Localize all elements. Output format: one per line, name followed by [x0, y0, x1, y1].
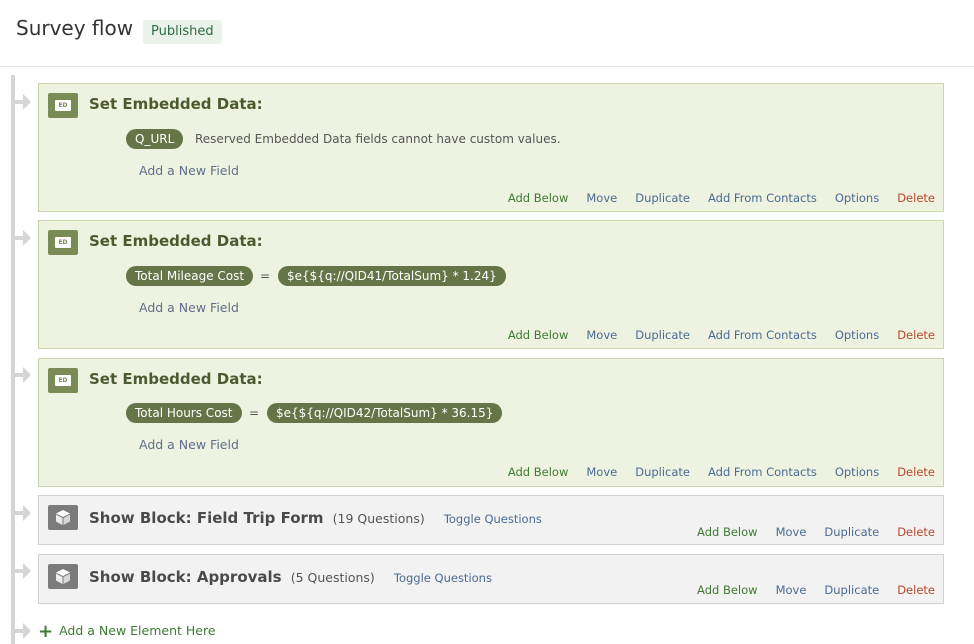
- flow-connector-line: [11, 75, 15, 644]
- options-button[interactable]: Options: [835, 328, 879, 342]
- block-title: Set Embedded Data:: [89, 232, 263, 250]
- block-actions: Add Below Move Duplicate Delete: [697, 583, 935, 597]
- flow-arrow-icon: [15, 94, 31, 110]
- show-block-title: Show Block: Field Trip Form (19 Question…: [89, 508, 542, 527]
- add-new-field-link[interactable]: Add a New Field: [139, 437, 239, 452]
- toggle-questions-link[interactable]: Toggle Questions: [444, 512, 542, 526]
- move-button[interactable]: Move: [776, 583, 807, 597]
- embedded-data-block[interactable]: ED Set Embedded Data: Total Mileage Cost…: [38, 220, 944, 349]
- embedded-data-icon: ED: [48, 93, 78, 118]
- page-title: Survey flow: [16, 16, 134, 40]
- duplicate-button[interactable]: Duplicate: [635, 328, 690, 342]
- delete-button[interactable]: Delete: [897, 525, 935, 539]
- embedded-data-block[interactable]: ED Set Embedded Data: Total Hours Cost =…: [38, 358, 944, 487]
- move-button[interactable]: Move: [586, 191, 617, 205]
- embedded-field-pill[interactable]: Q_URL: [126, 129, 184, 149]
- block-title: Set Embedded Data:: [89, 95, 263, 113]
- block-actions: Add Below Move Duplicate Add From Contac…: [508, 191, 935, 205]
- show-block-title: Show Block: Approvals (5 Questions) Togg…: [89, 567, 492, 586]
- flow-arrow-icon: [15, 367, 31, 383]
- show-block[interactable]: Show Block: Field Trip Form (19 Question…: [38, 495, 944, 545]
- toggle-questions-link[interactable]: Toggle Questions: [394, 571, 492, 585]
- flow-arrow-icon: [15, 505, 31, 521]
- flow-arrow-icon: [15, 623, 31, 639]
- duplicate-button[interactable]: Duplicate: [635, 465, 690, 479]
- delete-button[interactable]: Delete: [897, 328, 935, 342]
- add-new-element-label: Add a New Element Here: [59, 623, 216, 638]
- question-count: (19 Questions): [332, 511, 425, 526]
- embedded-value-pill[interactable]: $e{${q://QID41/TotalSum} * 1.24}: [278, 266, 506, 286]
- move-button[interactable]: Move: [586, 328, 617, 342]
- add-below-button[interactable]: Add Below: [697, 583, 758, 597]
- add-from-contacts-button[interactable]: Add From Contacts: [708, 328, 817, 342]
- flow-arrow-icon: [15, 563, 31, 579]
- embedded-field-pill[interactable]: Total Hours Cost: [126, 403, 242, 423]
- embedded-data-icon: ED: [48, 368, 78, 393]
- delete-button[interactable]: Delete: [897, 465, 935, 479]
- show-block-name: Show Block: Approvals: [89, 568, 282, 586]
- move-button[interactable]: Move: [776, 525, 807, 539]
- add-below-button[interactable]: Add Below: [508, 191, 569, 205]
- status-badge: Published: [143, 20, 222, 44]
- embedded-data-icon: ED: [48, 230, 78, 255]
- add-new-element-link[interactable]: + Add a New Element Here: [38, 621, 216, 642]
- question-count: (5 Questions): [290, 570, 375, 585]
- add-new-field-link[interactable]: Add a New Field: [139, 300, 239, 315]
- embedded-value-pill[interactable]: $e{${q://QID42/TotalSum} * 36.15}: [267, 403, 503, 423]
- add-below-button[interactable]: Add Below: [508, 465, 569, 479]
- block-actions: Add Below Move Duplicate Delete: [697, 525, 935, 539]
- add-new-field-link[interactable]: Add a New Field: [139, 163, 239, 178]
- duplicate-button[interactable]: Duplicate: [824, 583, 879, 597]
- add-below-button[interactable]: Add Below: [508, 328, 569, 342]
- block-actions: Add Below Move Duplicate Add From Contac…: [508, 328, 935, 342]
- flow-arrow-icon: [15, 230, 31, 246]
- show-block[interactable]: Show Block: Approvals (5 Questions) Togg…: [38, 554, 944, 604]
- block-cube-icon: [48, 564, 78, 589]
- plus-icon: +: [38, 621, 54, 642]
- add-below-button[interactable]: Add Below: [697, 525, 758, 539]
- block-cube-icon: [48, 505, 78, 530]
- equals-sign: =: [260, 269, 271, 283]
- add-from-contacts-button[interactable]: Add From Contacts: [708, 191, 817, 205]
- duplicate-button[interactable]: Duplicate: [824, 525, 879, 539]
- show-block-name: Show Block: Field Trip Form: [89, 509, 324, 527]
- duplicate-button[interactable]: Duplicate: [635, 191, 690, 205]
- delete-button[interactable]: Delete: [897, 583, 935, 597]
- embedded-data-block[interactable]: ED Set Embedded Data: Q_URL Reserved Emb…: [38, 83, 944, 212]
- options-button[interactable]: Options: [835, 191, 879, 205]
- add-from-contacts-button[interactable]: Add From Contacts: [708, 465, 817, 479]
- move-button[interactable]: Move: [586, 465, 617, 479]
- equals-sign: =: [249, 406, 260, 420]
- options-button[interactable]: Options: [835, 465, 879, 479]
- field-message: Reserved Embedded Data fields cannot hav…: [195, 132, 561, 146]
- block-title: Set Embedded Data:: [89, 370, 263, 388]
- delete-button[interactable]: Delete: [897, 191, 935, 205]
- page-header: Survey flow Published: [0, 0, 974, 67]
- embedded-field-pill[interactable]: Total Mileage Cost: [126, 266, 254, 286]
- block-actions: Add Below Move Duplicate Add From Contac…: [508, 465, 935, 479]
